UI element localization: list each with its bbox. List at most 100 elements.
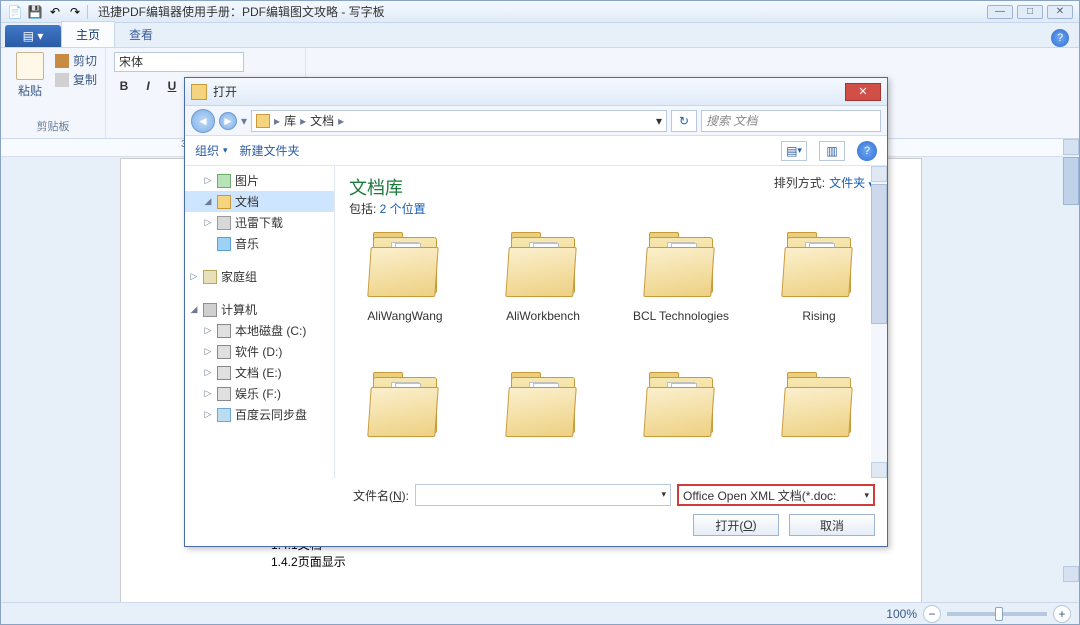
tree-item[interactable]: ▷文档 (E:) xyxy=(185,362,334,383)
bold-button[interactable]: B xyxy=(114,76,134,96)
open-button[interactable]: 打开(O) xyxy=(693,514,779,536)
copy-button[interactable]: 复制 xyxy=(55,71,97,88)
folder-item[interactable]: AliWorkbench xyxy=(487,229,599,369)
folder-item[interactable]: BCL Technologies xyxy=(625,229,737,369)
folder-icon xyxy=(217,195,231,209)
minimize-button[interactable]: — xyxy=(987,5,1013,19)
file-grid-scrollbar[interactable] xyxy=(871,166,887,478)
folder-icon xyxy=(217,237,231,251)
maximize-button[interactable]: □ xyxy=(1017,5,1043,19)
folder-item[interactable] xyxy=(763,369,875,478)
folder-item[interactable]: Rising xyxy=(763,229,875,369)
dialog-help-button[interactable]: ? xyxy=(857,141,877,161)
view-mode-button[interactable]: ▤▾ xyxy=(781,141,807,161)
library-locations-link[interactable]: 2 个位置 xyxy=(380,202,426,216)
scroll-up-icon[interactable] xyxy=(1063,139,1079,155)
tree-item[interactable]: ▷迅雷下载 xyxy=(185,212,334,233)
file-menu-button[interactable]: ▤ ▾ xyxy=(5,25,61,47)
titlebar: 📄 💾 ↶ ↷ 迅捷PDF编辑器使用手册：PDF编辑图文攻略 - 写字板 — □… xyxy=(1,1,1079,23)
folder-icon xyxy=(217,408,231,422)
redo-icon[interactable]: ↷ xyxy=(67,4,83,20)
sort-button[interactable]: 文件夹 ▾ xyxy=(829,174,873,191)
tree-item-label: 音乐 xyxy=(235,235,259,252)
expand-icon[interactable]: ◢ xyxy=(189,304,199,315)
folder-item[interactable] xyxy=(487,369,599,478)
expand-icon[interactable]: ▷ xyxy=(203,367,213,378)
paste-icon xyxy=(16,52,44,80)
folder-icon xyxy=(191,84,207,100)
close-button[interactable]: ✕ xyxy=(1047,5,1073,19)
folder-item[interactable]: AliWangWang xyxy=(349,229,461,369)
refresh-button[interactable]: ↻ xyxy=(671,110,697,132)
breadcrumb-dropdown[interactable]: ▾ xyxy=(656,114,662,128)
vertical-scrollbar[interactable] xyxy=(1063,139,1079,582)
breadcrumb[interactable]: ▸ 库 ▸ 文档 ▸ ▾ xyxy=(251,110,667,132)
zoom-slider[interactable] xyxy=(947,612,1047,616)
nav-history-dropdown[interactable]: ▾ xyxy=(241,114,247,128)
expand-icon[interactable]: ▷ xyxy=(203,388,213,399)
expand-icon[interactable]: ▷ xyxy=(203,325,213,336)
tree-item[interactable]: 音乐 xyxy=(185,233,334,254)
folder-icon xyxy=(503,369,583,445)
expand-icon[interactable]: ▷ xyxy=(203,217,213,228)
library-subtitle: 包括: 2 个位置 xyxy=(349,200,426,217)
undo-icon[interactable]: ↶ xyxy=(47,4,63,20)
folder-name: BCL Technologies xyxy=(633,309,729,323)
search-input[interactable]: 搜索 文档 xyxy=(701,110,881,132)
file-grid[interactable]: AliWangWangAliWorkbench BCL Technologies R… xyxy=(335,223,887,478)
cancel-button[interactable]: 取消 xyxy=(789,514,875,536)
folder-name: Rising xyxy=(802,309,835,323)
expand-icon[interactable]: ▷ xyxy=(203,175,213,186)
folder-icon xyxy=(217,324,231,338)
new-folder-button[interactable]: 新建文件夹 xyxy=(240,142,300,159)
nav-back-button[interactable]: ◄ xyxy=(191,109,215,133)
expand-icon[interactable]: ◢ xyxy=(203,196,213,207)
filename-input[interactable]: ▾ xyxy=(415,484,671,506)
statusbar: 100% − + xyxy=(1,602,1079,624)
expand-icon[interactable]: ▷ xyxy=(203,409,213,420)
organize-button[interactable]: 组织▾ xyxy=(195,142,228,159)
help-button[interactable]: ? xyxy=(1051,29,1069,47)
nav-forward-button[interactable]: ► xyxy=(219,112,237,130)
scroll-down-icon[interactable] xyxy=(1063,566,1079,582)
tree-item[interactable]: ▷图片 xyxy=(185,170,334,191)
scroll-down-icon[interactable] xyxy=(871,462,887,478)
paste-button[interactable]: 粘贴 xyxy=(9,52,51,118)
tree-item[interactable]: ◢计算机 xyxy=(185,299,334,320)
breadcrumb-part[interactable]: 文档 xyxy=(310,112,334,129)
zoom-out-button[interactable]: − xyxy=(923,605,941,623)
zoom-in-button[interactable]: + xyxy=(1053,605,1071,623)
tab-home[interactable]: 主页 xyxy=(61,21,115,47)
folder-tree[interactable]: ▷图片◢文档▷迅雷下载音乐▷家庭组◢计算机▷本地磁盘 (C:)▷软件 (D:)▷… xyxy=(185,166,335,478)
tree-item-label: 软件 (D:) xyxy=(235,343,282,360)
font-name-input[interactable]: 宋体 xyxy=(114,52,244,72)
underline-button[interactable]: U xyxy=(162,76,182,96)
breadcrumb-part[interactable]: 库 xyxy=(284,112,296,129)
folder-item[interactable] xyxy=(349,369,461,478)
save-icon[interactable]: 💾 xyxy=(27,4,43,20)
sort-label: 排列方式: xyxy=(774,174,825,191)
preview-pane-button[interactable]: ▥ xyxy=(819,141,845,161)
tree-item[interactable]: ▷ 软件 (D:) xyxy=(185,341,334,362)
folder-icon xyxy=(365,369,445,445)
folder-item[interactable] xyxy=(625,369,737,478)
tree-item-label: 本地磁盘 (C:) xyxy=(235,322,306,339)
scroll-thumb[interactable] xyxy=(871,184,887,324)
scroll-up-icon[interactable] xyxy=(871,166,887,182)
tree-item[interactable]: ▷百度云同步盘 xyxy=(185,404,334,425)
tree-item[interactable]: ▷ 本地磁盘 (C:) xyxy=(185,320,334,341)
zoom-value: 100% xyxy=(886,607,917,621)
folder-icon xyxy=(503,229,583,305)
tree-item[interactable]: ▷家庭组 xyxy=(185,266,334,287)
file-type-filter[interactable]: Office Open XML 文档(*.doc:▾ xyxy=(677,484,875,506)
dialog-close-button[interactable]: ✕ xyxy=(845,83,881,101)
expand-icon[interactable]: ▷ xyxy=(189,271,199,282)
tree-item[interactable]: ◢文档 xyxy=(185,191,334,212)
tab-view[interactable]: 查看 xyxy=(115,22,167,47)
copy-icon xyxy=(55,73,69,87)
cut-button[interactable]: 剪切 xyxy=(55,52,97,69)
italic-button[interactable]: I xyxy=(138,76,158,96)
tree-item[interactable]: ▷娱乐 (F:) xyxy=(185,383,334,404)
expand-icon[interactable]: ▷ xyxy=(203,346,213,357)
scroll-thumb[interactable] xyxy=(1063,157,1079,205)
